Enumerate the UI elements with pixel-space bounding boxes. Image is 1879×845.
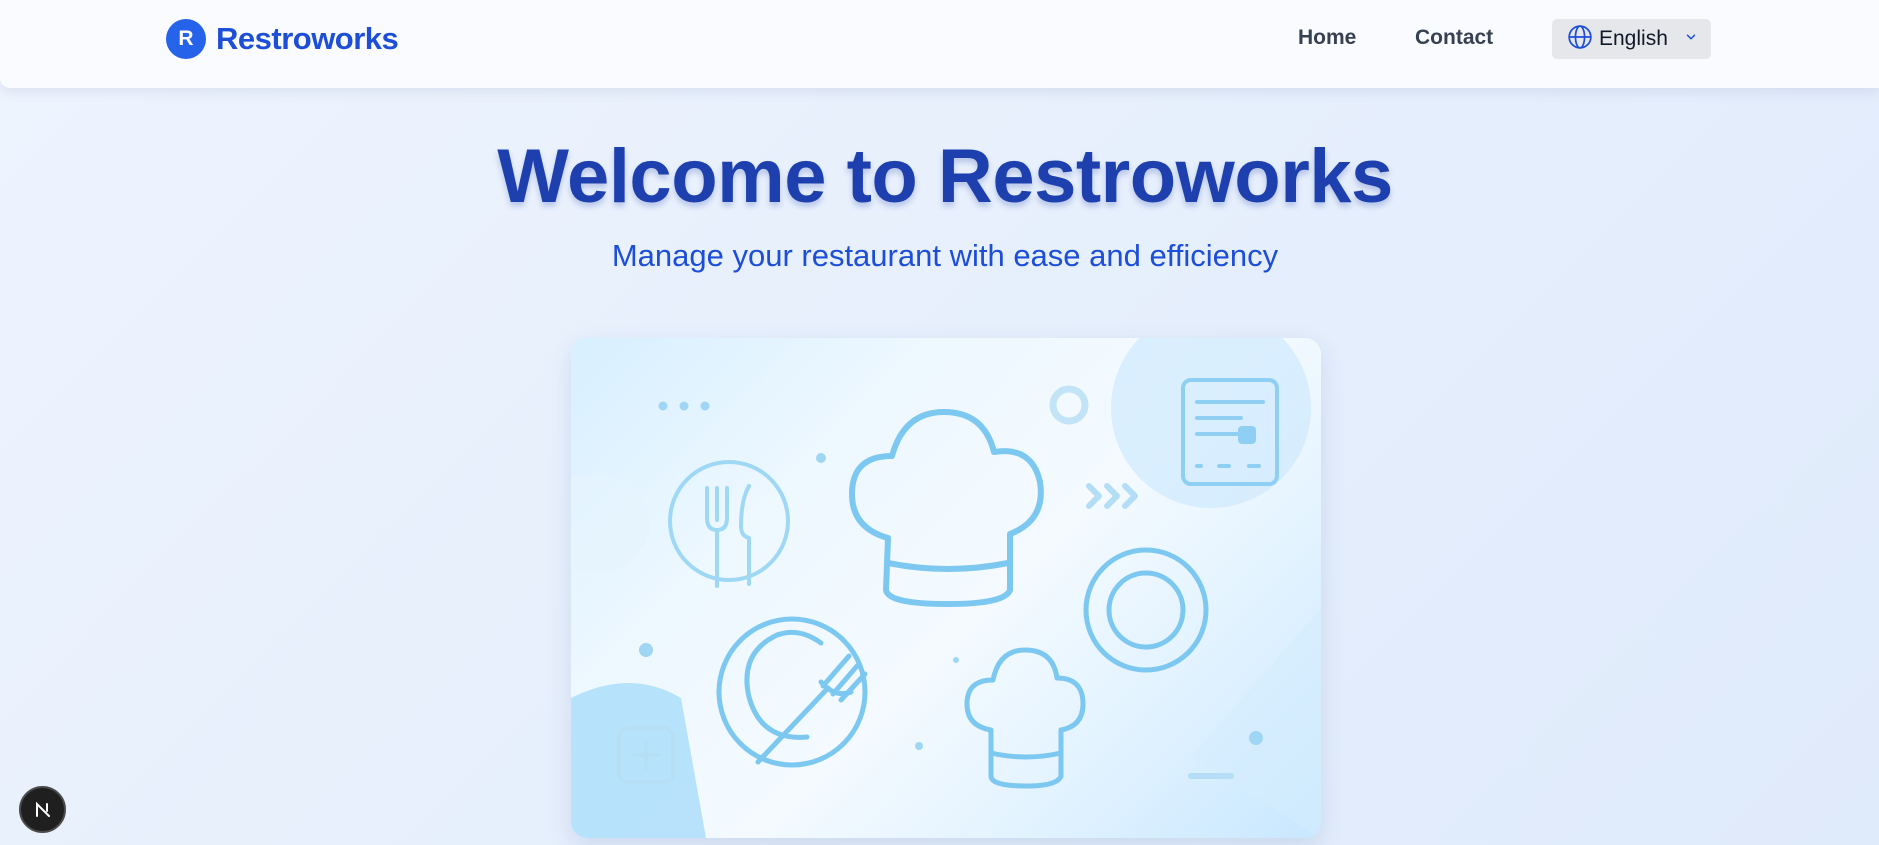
site-header: R Restroworks Home Contact English [0,0,1879,88]
chef-hat-icon [849,409,1044,607]
restaurant-illustration [571,338,1321,838]
cutlery-plate-icon [668,460,790,588]
arrows-decoration [1086,483,1138,509]
plate-fork-icon [716,616,868,768]
brand-name: Restroworks [216,21,399,56]
brand-logo[interactable]: R Restroworks [166,19,399,59]
hero-subtitle: Manage your restaurant with ease and eff… [611,238,1279,273]
nav-home-link[interactable]: Home [1298,26,1356,50]
brand-badge: R [166,19,206,59]
devtools-badge[interactable]: N [19,786,66,833]
chevron-down-icon [1684,30,1698,49]
hero-title: Welcome to Restroworks [497,134,1393,219]
nav-contact-link[interactable]: Contact [1415,26,1493,50]
plate-icon [1083,547,1209,673]
language-label: English [1599,27,1668,50]
globe-icon [1567,24,1593,55]
language-selector[interactable]: English [1552,19,1711,59]
small-chef-hat-icon [964,647,1086,789]
